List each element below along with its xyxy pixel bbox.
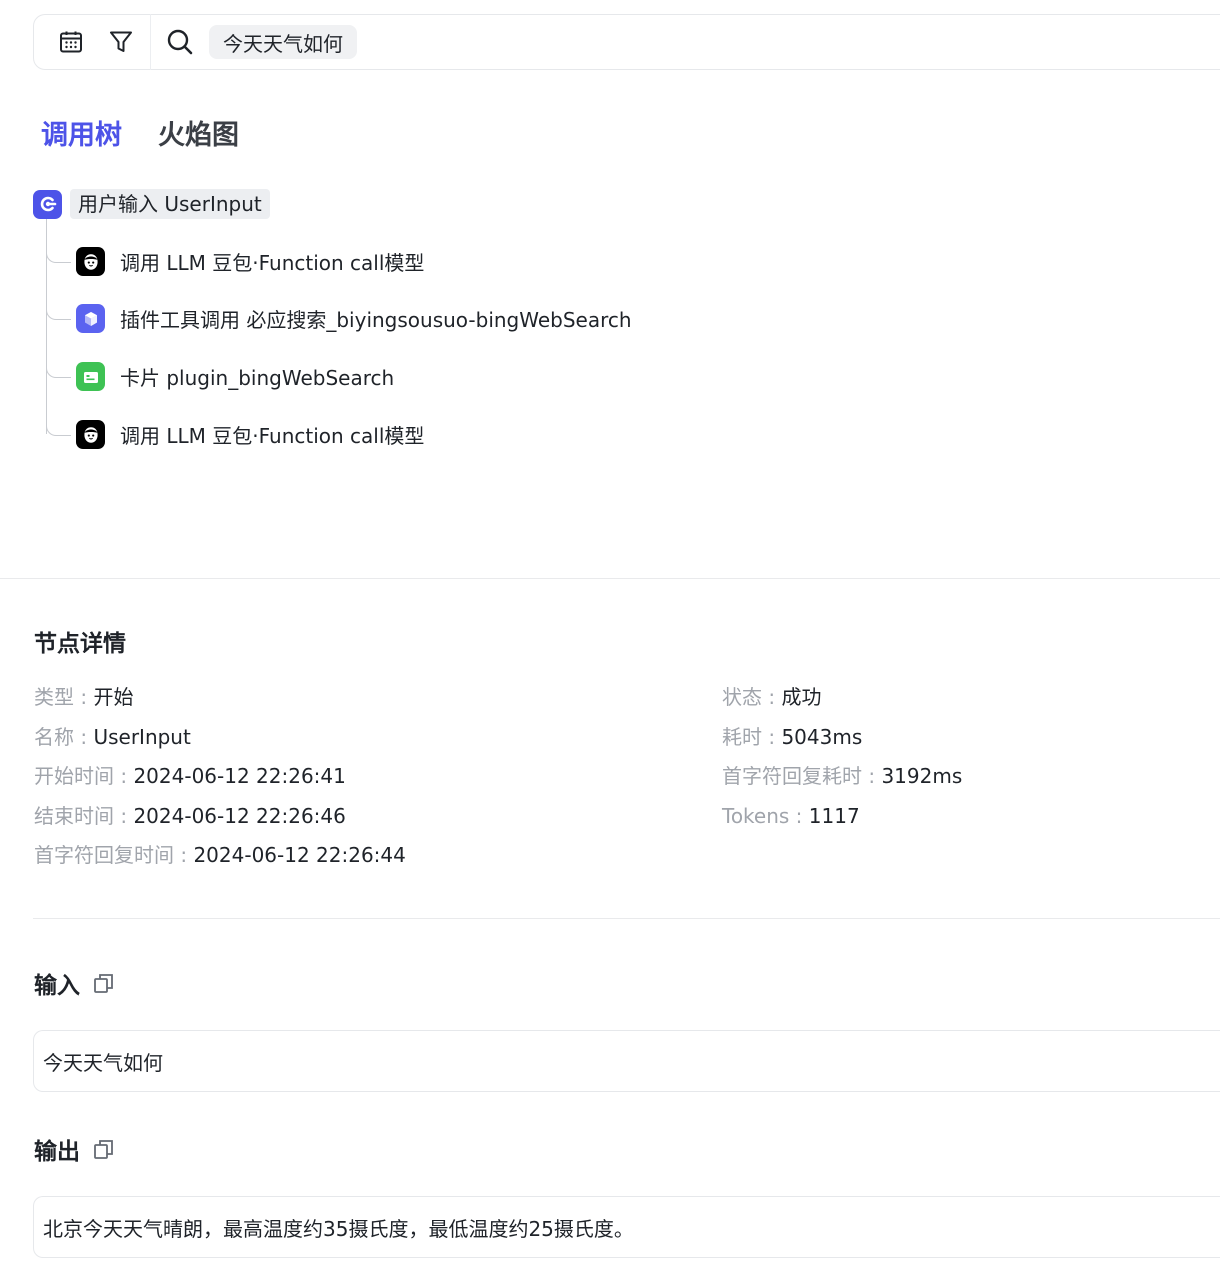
toolbar: 今天天气如何 — [33, 14, 1220, 70]
toolbar-separator — [150, 14, 151, 70]
tab-call-tree[interactable]: 调用树 — [41, 116, 122, 156]
start-node-icon — [33, 189, 62, 219]
detail-end-time: 结束时间 : 2024-06-12 22:26:46 — [34, 804, 346, 828]
doubao-llm-icon — [76, 420, 105, 449]
tree-node-llm[interactable]: 调用 LLM 豆包·Function call模型 — [76, 420, 424, 449]
plugin-cube-icon — [76, 304, 105, 333]
tree-connector — [46, 305, 71, 320]
detail-start-time: 开始时间 : 2024-06-12 22:26:41 — [34, 764, 346, 788]
detail-type: 类型 : 开始 — [34, 685, 134, 709]
node-details-title: 节点详情 — [34, 631, 126, 657]
detail-name: 名称 : UserInput — [34, 725, 191, 749]
doubao-llm-icon — [76, 247, 105, 276]
tree-node-label: 卡片 plugin_bingWebSearch — [120, 366, 395, 390]
copy-icon[interactable] — [93, 972, 115, 994]
tree-node-label: 调用 LLM 豆包·Function call模型 — [120, 251, 425, 275]
view-tabs: 调用树 火焰图 — [41, 116, 239, 156]
tree-node-label: 调用 LLM 豆包·Function call模型 — [120, 424, 425, 448]
search-query-chip[interactable]: 今天天气如何 — [209, 25, 357, 59]
tree-node-label: 插件工具调用 必应搜索_biyingsousuo-bingWebSearch — [120, 308, 632, 332]
detail-tokens: Tokens : 1117 — [722, 804, 860, 828]
tree-node-card[interactable]: 卡片 plugin_bingWebSearch — [76, 362, 394, 391]
tree-node-label: 用户输入 UserInput — [70, 189, 270, 219]
input-title: 输入 — [34, 973, 80, 999]
output-value-box: 北京今天天气晴朗，最高温度约35摄氏度，最低温度约25摄氏度。 — [33, 1196, 1220, 1258]
tree-connector — [46, 421, 71, 436]
output-title: 输出 — [34, 1139, 80, 1165]
search-icon[interactable] — [165, 27, 195, 57]
tree-node-plugin[interactable]: 插件工具调用 必应搜索_biyingsousuo-bingWebSearch — [76, 304, 632, 333]
copy-icon[interactable] — [93, 1138, 115, 1160]
tree-connector — [46, 248, 71, 263]
section-divider — [0, 578, 1220, 579]
tab-flame-graph[interactable]: 火焰图 — [158, 116, 239, 156]
calendar-icon — [60, 31, 82, 53]
tree-connector — [46, 363, 71, 378]
card-icon — [76, 362, 105, 391]
section-divider — [33, 918, 1220, 919]
detail-first-token-latency: 首字符回复耗时 : 3192ms — [722, 764, 963, 788]
tree-node-root[interactable]: 用户输入 UserInput — [33, 189, 270, 219]
detail-duration: 耗时 : 5043ms — [722, 725, 863, 749]
filter-icon — [110, 31, 132, 52]
input-value-box: 今天天气如何 — [33, 1030, 1220, 1092]
calendar-button[interactable] — [46, 14, 96, 70]
toolbar-actions — [34, 15, 150, 69]
filter-button[interactable] — [96, 14, 146, 70]
detail-first-token-time: 首字符回复时间 : 2024-06-12 22:26:44 — [34, 843, 406, 867]
detail-status: 状态 : 成功 — [722, 685, 822, 709]
call-tree: 用户输入 UserInput 调用 LLM 豆包·Function call模型… — [0, 0, 1220, 520]
tree-node-llm[interactable]: 调用 LLM 豆包·Function call模型 — [76, 247, 424, 276]
